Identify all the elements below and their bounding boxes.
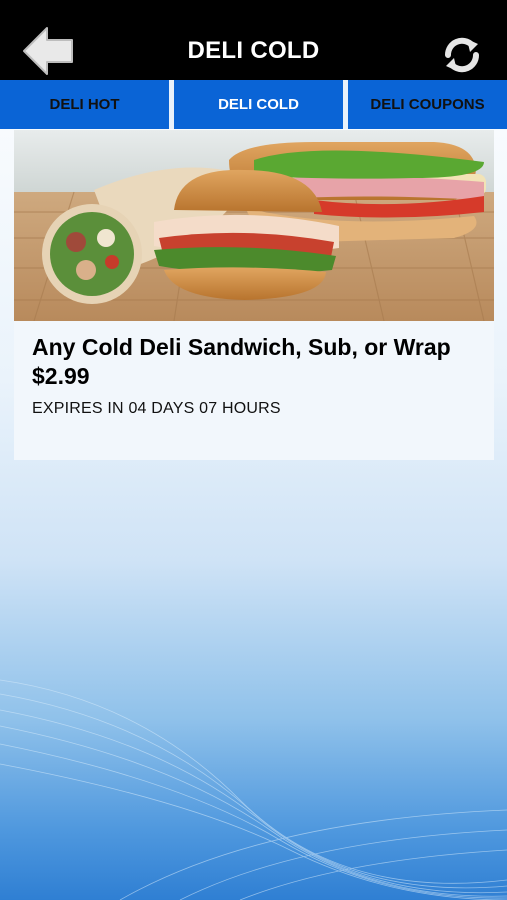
top-bar: DELI COLD: [0, 0, 507, 80]
tab-deli-coupons[interactable]: DELI COUPONS: [343, 80, 507, 129]
refresh-icon: [444, 37, 480, 73]
tab-deli-cold[interactable]: DELI COLD: [169, 80, 343, 129]
sandwich-photo: [14, 130, 494, 321]
page-title-text: DELI COLD: [187, 37, 320, 64]
refresh-button[interactable]: [442, 36, 482, 74]
deal-title: Any Cold Deli Sandwich, Sub, or Wrap: [32, 334, 451, 360]
category-tabs: DELI HOT DELI COLD DELI COUPONS: [0, 80, 507, 129]
deal-card[interactable]: Any Cold Deli Sandwich, Sub, or Wrap $2.…: [14, 130, 494, 460]
background-waves: [0, 679, 507, 900]
deal-price: $2.99: [32, 363, 90, 389]
page-title: DELI COLD: [0, 0, 507, 80]
tab-deli-hot[interactable]: DELI HOT: [0, 80, 169, 129]
deal-expiry: EXPIRES IN 04 DAYS 07 HOURS: [32, 400, 281, 417]
